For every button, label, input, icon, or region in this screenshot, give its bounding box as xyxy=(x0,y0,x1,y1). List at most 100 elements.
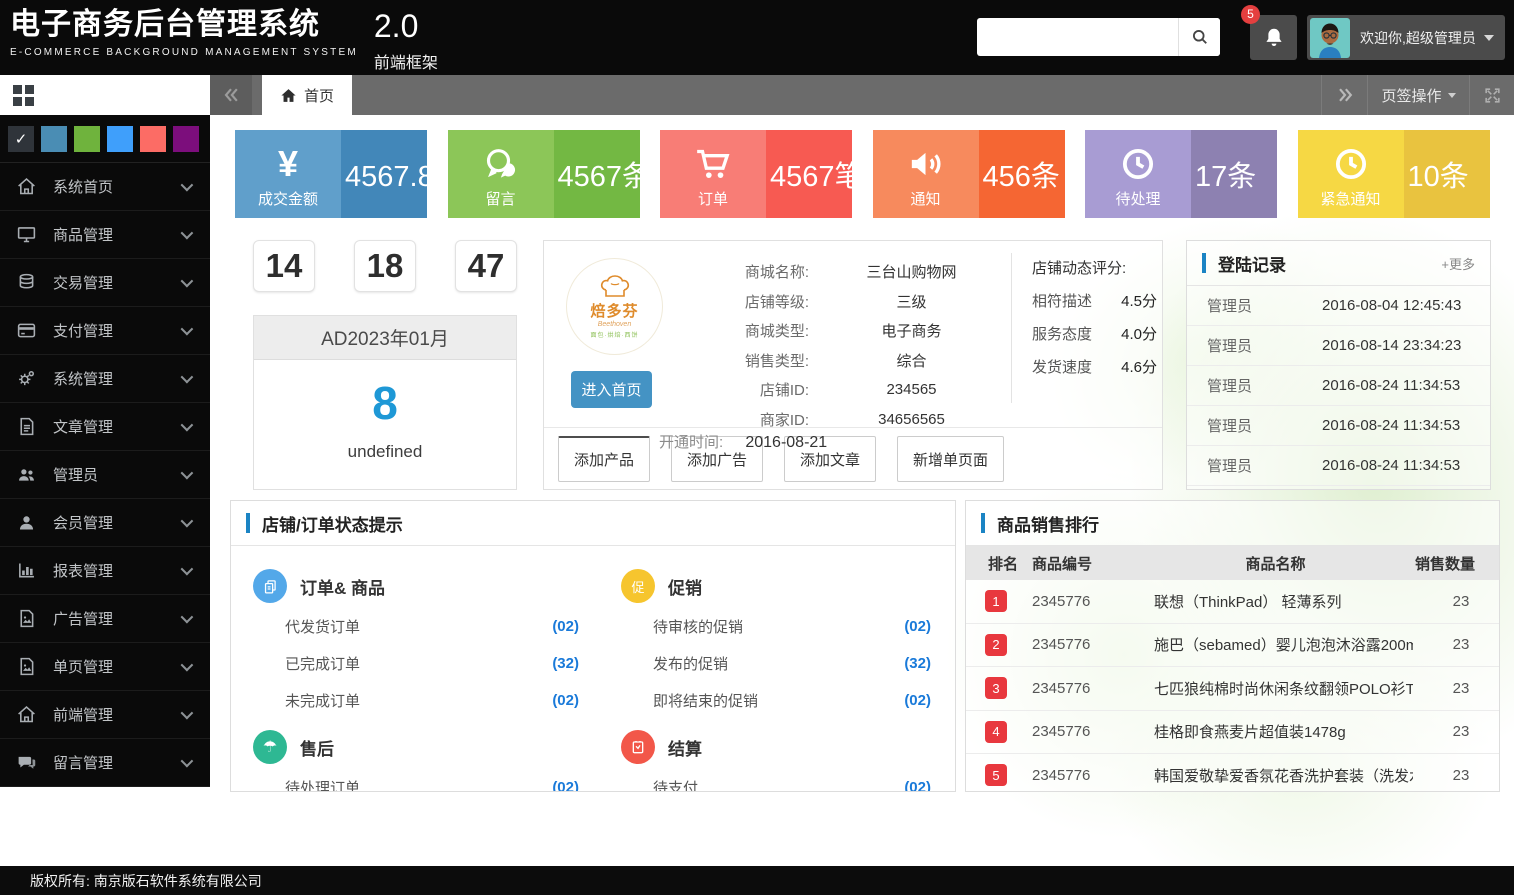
stat-card-notices[interactable]: 通知 456条 xyxy=(873,130,1065,218)
sidebar-item-system-home[interactable]: 系统首页 xyxy=(0,163,210,211)
status-count-link[interactable]: (02) xyxy=(904,618,931,635)
chat-icon xyxy=(16,752,37,773)
stat-value: 10条 xyxy=(1408,153,1469,195)
theme-swatches: ✓ xyxy=(0,115,210,163)
search-input[interactable] xyxy=(977,18,1178,56)
rank-badge: 5 xyxy=(985,764,1007,786)
main-content: ¥ 成交金额 4567.89元 留言 4567条 xyxy=(210,115,1514,866)
sidebar-item-frontend-management[interactable]: 前端管理 xyxy=(0,691,210,739)
add-product-button[interactable]: 添加产品 xyxy=(558,436,650,482)
search-button[interactable] xyxy=(1178,18,1220,56)
add-ad-button[interactable]: 添加广告 xyxy=(671,436,763,482)
clock-calendar-column: 14 18 47 AD2023年01月 8 undefined xyxy=(253,240,517,490)
stat-value: 456条 xyxy=(983,153,1060,195)
chevron-down-icon xyxy=(1484,35,1494,41)
chevron-down-icon xyxy=(181,611,194,624)
tab-bar: 首页 页签操作 xyxy=(0,75,1514,115)
stat-value: 4567笔 xyxy=(770,153,852,195)
chevron-down-icon xyxy=(181,179,194,192)
accent-bar xyxy=(246,513,250,533)
sidebar-item-report-management[interactable]: 报表管理 xyxy=(0,547,210,595)
sidebar-item-payment-management[interactable]: 支付管理 xyxy=(0,307,210,355)
sidebar-item-message-management[interactable]: 留言管理 xyxy=(0,739,210,787)
stat-card-pending[interactable]: 待处理 17条 xyxy=(1085,130,1277,218)
sidebar-item-system-management[interactable]: 系统管理 xyxy=(0,355,210,403)
sidebar-item-single-page-management[interactable]: 单页管理 xyxy=(0,643,210,691)
status-count-link[interactable]: (02) xyxy=(552,618,579,635)
shop-quick-actions: 添加产品 添加广告 添加文章 新增单页面 开通时间: 2016-08-21 xyxy=(544,427,1162,489)
status-count-link[interactable]: (02) xyxy=(552,779,579,792)
shop-rating: 店铺动态评分: 相符描述4.5分 服务态度4.0分 发货速度4.6分 xyxy=(1032,257,1157,377)
status-count-link[interactable]: (32) xyxy=(904,655,931,672)
app-subtitle-en: E-COMMERCE BACKGROUND MANAGEMENT SYSTEM xyxy=(10,47,358,58)
shop-logo-tagline: 面包·烘焙·西饼 xyxy=(591,330,639,339)
enter-shop-home-button[interactable]: 进入首页 xyxy=(571,371,652,408)
sidebar-item-administrators[interactable]: 管理员 xyxy=(0,451,210,499)
tabs-scroll-right-button[interactable] xyxy=(1321,75,1367,115)
login-record-row: 管理员2016-08-24 11:34:53 xyxy=(1187,406,1490,446)
footer: 版权所有: 南京版石软件系统有限公司 xyxy=(0,866,1514,895)
calendar-weekday: undefined xyxy=(254,442,516,462)
calendar-widget: AD2023年01月 8 undefined xyxy=(253,315,517,490)
notifications-button[interactable]: 5 xyxy=(1250,15,1297,60)
sales-ranking-title: 商品销售排行 xyxy=(997,511,1099,536)
login-record-row: 管理员2016-08-14 23:34:23 xyxy=(1187,326,1490,366)
sales-ranking-panel: 商品销售排行 排名 商品编号 商品名称 销售数量 1 2345776 联想（Th… xyxy=(965,500,1500,792)
stat-card-messages[interactable]: 留言 4567条 xyxy=(448,130,640,218)
chevron-down-icon xyxy=(1448,93,1456,98)
monitor-icon xyxy=(16,224,37,245)
theme-swatch-blue[interactable] xyxy=(107,126,133,152)
credit-card-icon xyxy=(16,320,37,341)
theme-swatch-steel-blue[interactable] xyxy=(41,126,67,152)
stat-cards-row: ¥ 成交金额 4567.89元 留言 4567条 xyxy=(210,115,1514,218)
double-chevron-right-icon xyxy=(1335,85,1355,105)
tab-home[interactable]: 首页 xyxy=(262,75,352,115)
chevron-down-icon xyxy=(181,323,194,336)
status-count-link[interactable]: (02) xyxy=(904,692,931,709)
table-row: 1 2345776 联想（ThinkPad） 轻薄系列 23 xyxy=(966,580,1499,624)
grid-menu-icon xyxy=(13,85,34,106)
shop-name-value: 三台山购物网 xyxy=(809,261,1014,282)
tab-label: 首页 xyxy=(304,85,334,106)
theme-swatch-green[interactable] xyxy=(74,126,100,152)
stat-card-orders[interactable]: 订单 4567笔 xyxy=(660,130,852,218)
sidebar-item-article-management[interactable]: 文章管理 xyxy=(0,403,210,451)
chevron-down-icon xyxy=(181,275,194,288)
sidebar: ✓ 系统首页 商品管理 交易管理 支付管理 系统管理 文章管理 管理员 会员管理 xyxy=(0,115,210,787)
clock-icon xyxy=(1332,142,1370,186)
sidebar-item-ad-management[interactable]: 广告管理 xyxy=(0,595,210,643)
theme-swatch-red[interactable] xyxy=(140,126,166,152)
theme-swatch-dark[interactable]: ✓ xyxy=(8,126,34,152)
user-menu[interactable]: 欢迎你,超级管理员 xyxy=(1307,15,1505,60)
sidebar-item-product-management[interactable]: 商品管理 xyxy=(0,211,210,259)
status-count-link[interactable]: (02) xyxy=(904,779,931,792)
table-row: 5 2345776 韩国爱敬挚爱香氛花香洗护套装（洗发水... 23 xyxy=(966,754,1499,792)
sidebar-toggle[interactable] xyxy=(0,75,210,115)
tab-operations-dropdown[interactable]: 页签操作 xyxy=(1367,75,1469,115)
theme-swatch-purple[interactable] xyxy=(173,126,199,152)
fullscreen-button[interactable] xyxy=(1469,75,1514,115)
chevron-down-icon xyxy=(181,659,194,672)
stat-card-turnover[interactable]: ¥ 成交金额 4567.89元 xyxy=(235,130,427,218)
rank-badge: 1 xyxy=(985,590,1007,612)
login-record-row: 管理员2016-08-24 11:34:53 xyxy=(1187,366,1490,406)
stat-card-urgent-notices[interactable]: 紧急通知 10条 xyxy=(1298,130,1490,218)
login-records-title: 登陆记录 xyxy=(1218,251,1286,276)
users-icon xyxy=(16,464,37,485)
document-icon xyxy=(16,416,37,437)
login-record-row: 管理员2016-08-24 11:34:53 xyxy=(1187,446,1490,486)
sidebar-item-trade-management[interactable]: 交易管理 xyxy=(0,259,210,307)
sidebar-item-member-management[interactable]: 会员管理 xyxy=(0,499,210,547)
status-count-link[interactable]: (32) xyxy=(552,655,579,672)
tabs-scroll-left-button[interactable] xyxy=(210,75,252,115)
more-link[interactable]: +更多 xyxy=(1441,254,1475,273)
status-group-promotions: 促 促销 待审核的促销(02) 发布的促销(32) 即将结束的促销(02) xyxy=(621,558,935,719)
table-row: 4 2345776 桂格即食燕麦片超值装1478g 23 xyxy=(966,711,1499,755)
table-row: 2 2345776 施巴（sebamed）婴儿泡泡沐浴露200ml家庭... 2… xyxy=(966,624,1499,668)
sales-type-value: 综合 xyxy=(809,350,1014,371)
rank-badge: 3 xyxy=(985,677,1007,699)
status-count-link[interactable]: (02) xyxy=(552,692,579,709)
add-single-page-button[interactable]: 新增单页面 xyxy=(897,436,1004,482)
app-header: 电子商务后台管理系统 E-COMMERCE BACKGROUND MANAGEM… xyxy=(0,0,1514,75)
add-article-button[interactable]: 添加文章 xyxy=(784,436,876,482)
